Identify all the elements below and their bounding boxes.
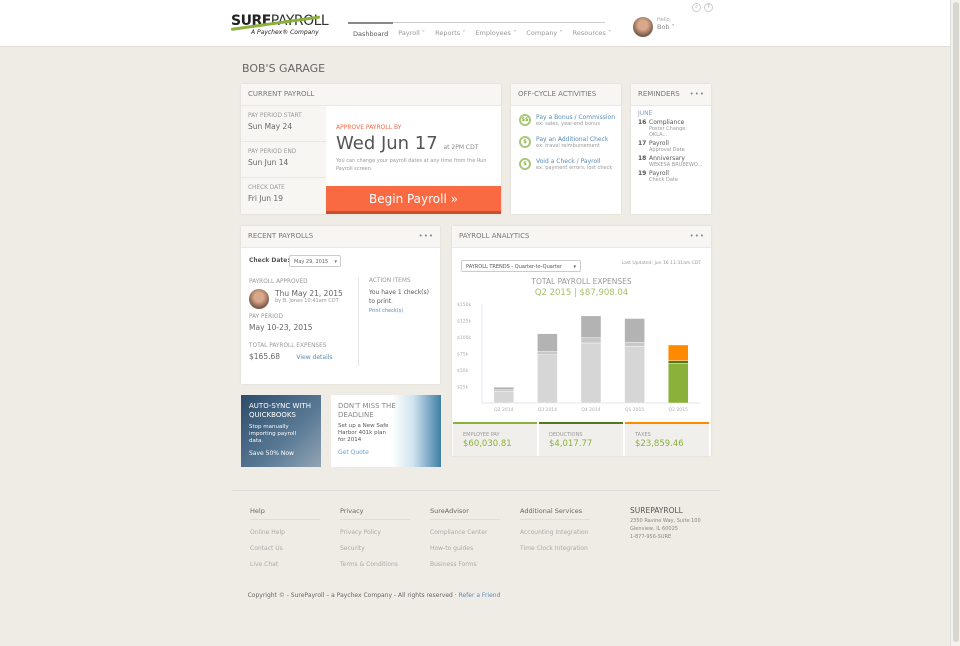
scrollbar[interactable] — [950, 0, 960, 646]
reminder-item[interactable]: 16 Compliance Poster Change: OKLA... — [638, 119, 704, 138]
401k-ad[interactable]: DON'T MISS THE DEADLINE Set up a New Saf… — [331, 395, 441, 467]
refer-a-friend-link[interactable]: Refer a Friend — [459, 592, 501, 599]
dollar-icon: $ — [519, 136, 531, 148]
footer: Help Online Help Contact Us Live Chat Privac… — [232, 490, 720, 568]
bar-segment-deductions — [667, 360, 689, 364]
get-quote-link[interactable]: Get Quote — [338, 449, 434, 456]
more-icon[interactable]: ••• — [419, 232, 434, 240]
page-title: BOB'S GARAGE — [242, 62, 326, 75]
y-tick-label: $100k — [457, 335, 471, 341]
bar-segment-taxes — [624, 318, 645, 343]
off-cycle-card: OFF-CYCLE ACTIVITIES $$ Pay a Bonus / Com… — [511, 84, 621, 214]
footer-link[interactable]: Compliance Center — [430, 529, 500, 536]
footer-link[interactable]: How-to guides — [430, 545, 500, 552]
nav-reports[interactable]: Reports ˅ — [430, 23, 470, 38]
footer-link[interactable]: Privacy Policy — [340, 529, 410, 536]
payroll-chart: $25k $50k $75k $100k $125k $150k Q2 2014 Q3 201… — [457, 302, 700, 413]
y-tick-label: $50k — [457, 368, 469, 374]
bar-segment-deductions — [537, 351, 558, 356]
nav-employees[interactable]: Employees ˅ — [470, 23, 521, 38]
y-tick-label: $75k — [457, 352, 469, 358]
copyright: Copyright © - SurePayroll – a Paychex Co… — [247, 592, 501, 599]
x-tick-label: Q3 2014 — [538, 407, 557, 413]
help-icon[interactable]: ? — [704, 3, 713, 12]
bar-segment-employee-pay — [580, 342, 602, 404]
view-details-link[interactable]: View details — [296, 354, 332, 361]
main-nav: Dashboard Payroll ˅ Reports ˅ Employees … — [348, 21, 611, 38]
footer-link[interactable]: Business Forms — [430, 561, 500, 568]
reminder-item[interactable]: 17 Payroll Approval Date — [638, 140, 704, 153]
card-title: CURRENT PAYROLL — [241, 84, 501, 106]
x-tick-label: Q1 2015 — [625, 407, 644, 413]
bar-segment-employee-pay — [667, 363, 689, 404]
header: SUREPAYROLL A Paychex® Company Dashboard… — [0, 0, 950, 47]
off-cycle-item[interactable]: $ Pay an Additional Check ex: travel reimb… — [519, 136, 621, 150]
bar-segment-taxes — [580, 315, 602, 338]
reminder-item[interactable]: 18 Anniversary WEKESA BRUBEWO... — [638, 155, 704, 168]
begin-payroll-button[interactable]: Begin Payroll » — [326, 186, 501, 214]
quickbooks-ad[interactable]: AUTO-SYNC WITH QUICKBOOKS Stop manually … — [241, 395, 321, 467]
footer-link[interactable]: Contact Us — [250, 545, 320, 552]
footer-link[interactable]: Security — [340, 545, 410, 552]
trends-select[interactable]: PAYROLL TRENDS - Quarter-to-Quarter ▾ — [461, 260, 581, 272]
nav-resources[interactable]: Resources ˅ — [568, 23, 617, 38]
stat-1: DEDUCTIONS $4,017.77 — [539, 422, 623, 456]
approver-avatar — [249, 289, 269, 309]
bar-segment-deductions — [580, 337, 602, 344]
footer-column: Help Online Help Contact Us Live Chat — [250, 507, 320, 568]
nav-dashboard[interactable]: Dashboard — [348, 21, 394, 38]
recent-payrolls-card: RECENT PAYROLLS ••• Check Date: May 29, 2… — [241, 226, 440, 384]
more-icon[interactable]: ••• — [690, 232, 705, 240]
footer-link[interactable]: Terms & Conditions — [340, 561, 410, 568]
bar-segment-taxes — [493, 386, 514, 391]
bar-segment-taxes — [537, 333, 558, 352]
current-payroll-card: CURRENT PAYROLL PAY PERIOD START Sun May … — [241, 84, 501, 214]
check-date-select[interactable]: May 29, 2015 ▾ — [289, 255, 341, 267]
footer-link[interactable]: Live Chat — [250, 561, 320, 568]
footer-link[interactable]: Online Help — [250, 529, 320, 536]
footer-link[interactable]: Time Clock Integration — [520, 545, 590, 552]
y-tick-label: $25k — [457, 385, 469, 391]
bar-segment-employee-pay — [493, 390, 514, 404]
footer-column: SureAdvisor Compliance Center How-to guide… — [430, 507, 500, 568]
footer-column: Privacy Privacy Policy Security Terms & Con… — [340, 507, 410, 568]
bar-segment-employee-pay — [624, 346, 645, 404]
x-tick-label: Q4 2014 — [581, 407, 600, 413]
bar-segment-employee-pay — [537, 354, 558, 404]
reminders-card: REMINDERS ••• JUNE 16 Compliance Poster Chan… — [631, 84, 711, 214]
print-checks-link[interactable]: Print check(s) — [369, 308, 403, 314]
stat-0: EMPLOYEE PAY $60,030.81 — [453, 422, 537, 456]
nav-company[interactable]: Company ˅ — [521, 23, 567, 38]
stat-2: TAXES $23,859.46 — [625, 422, 709, 456]
user-menu[interactable]: Hello, Bob ˅ — [633, 17, 675, 37]
more-icon[interactable]: ••• — [690, 90, 705, 98]
x-tick-label: Q2 2015 — [669, 407, 688, 413]
nav-payroll[interactable]: Payroll ˅ — [393, 23, 430, 38]
y-tick-label: $125k — [457, 319, 471, 325]
bar-segment-deductions — [624, 342, 645, 347]
off-cycle-item[interactable]: $ Void a Check / Payroll ex: payment error… — [519, 158, 621, 172]
x-tick-label: Q2 2014 — [494, 407, 513, 413]
avatar — [633, 17, 653, 37]
footer-column: Additional Services Accounting Integratio… — [520, 507, 590, 552]
reminder-item[interactable]: 19 Payroll Check Date — [638, 170, 704, 183]
dollar-icon: $ — [519, 158, 531, 170]
footer-link[interactable]: Accounting Integration — [520, 529, 590, 536]
dollar-icon: $$ — [519, 114, 531, 126]
bar-segment-taxes — [667, 344, 689, 361]
y-tick-label: $150k — [457, 302, 471, 308]
search-icon[interactable]: ⌕ — [692, 3, 701, 12]
off-cycle-item[interactable]: $$ Pay a Bonus / Commission ex: sales, yea… — [519, 114, 621, 128]
surepayroll-logo[interactable]: SUREPAYROLL A Paychex® Company — [230, 13, 329, 36]
